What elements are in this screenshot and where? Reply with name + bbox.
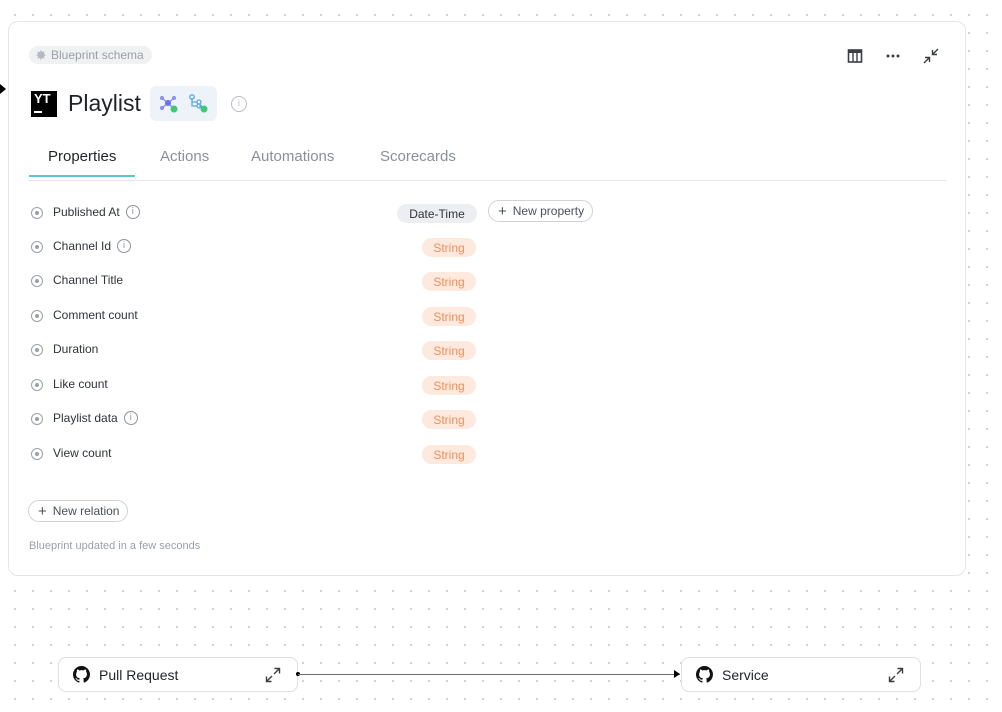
new-property-button[interactable]: + New property: [488, 200, 594, 222]
type-badge: String: [422, 410, 476, 429]
incoming-edge-arrow: [0, 84, 6, 94]
property-name: Channel Id: [53, 239, 112, 253]
property-row-playlist-data[interactable]: Playlist data i String: [31, 410, 611, 430]
property-name: Channel Title: [53, 273, 124, 287]
expand-icon[interactable]: [888, 667, 904, 683]
type-badge: String: [422, 341, 476, 360]
property-type-icon: [31, 379, 43, 391]
tab-scorecards[interactable]: Scorecards: [380, 148, 456, 176]
property-row-view-count[interactable]: View count String: [31, 445, 611, 465]
blueprint-schema-label: Blueprint schema: [51, 48, 144, 62]
node-service[interactable]: Service: [681, 657, 921, 692]
github-icon: [696, 666, 713, 683]
property-name: Published At: [53, 205, 120, 219]
property-name: Playlist data: [53, 411, 118, 425]
property-type-icon: [31, 241, 43, 253]
property-type-icon: [31, 448, 43, 460]
blueprint-card: Blueprint schema YT Playlist i Propertie…: [8, 21, 966, 576]
info-icon[interactable]: i: [230, 95, 247, 112]
property-type-icon: [31, 310, 43, 322]
info-icon[interactable]: i: [125, 205, 140, 219]
page-title: Playlist: [68, 90, 141, 116]
yt-logo-icon: YT: [31, 90, 57, 117]
blueprint-schema-chip: Blueprint schema: [29, 46, 152, 64]
node-label: Pull Request: [99, 666, 179, 683]
blueprint-updated-status: Blueprint updated in a few seconds: [29, 540, 201, 552]
tab-automations[interactable]: Automations: [251, 148, 334, 176]
blueprint-title-row: YT Playlist i: [31, 86, 247, 121]
card-actions: [843, 44, 943, 68]
property-type-icon: [31, 413, 43, 425]
plus-icon: +: [38, 502, 47, 520]
table-icon[interactable]: [843, 44, 867, 68]
logo-text: YT: [34, 90, 51, 106]
type-badge: String: [422, 445, 476, 464]
graph-nodes-icon[interactable]: [158, 93, 180, 115]
tab-bar: Properties Actions Automations Scorecard…: [28, 148, 947, 181]
property-name: Comment count: [53, 308, 138, 322]
more-icon[interactable]: [881, 44, 905, 68]
property-row-like-count[interactable]: Like count String: [31, 376, 611, 396]
info-icon[interactable]: i: [117, 239, 132, 253]
gear-icon: [35, 49, 47, 61]
blueprint-badges[interactable]: [149, 86, 217, 121]
property-row-channel-title[interactable]: Channel Title String: [31, 272, 611, 292]
type-badge: String: [422, 238, 476, 257]
property-row-comment-count[interactable]: Comment count String: [31, 307, 611, 327]
property-name: Like count: [53, 377, 108, 391]
property-type-icon: [31, 275, 43, 287]
tab-properties[interactable]: Properties: [28, 148, 136, 177]
property-type-icon: [31, 207, 43, 219]
type-badge: String: [422, 376, 476, 395]
type-badge: String: [422, 272, 476, 291]
property-name: Duration: [53, 342, 99, 356]
relation-edge: [298, 674, 680, 675]
type-badge: Date-Time: [397, 204, 477, 223]
new-property-label: New property: [512, 204, 585, 218]
new-relation-label: New relation: [52, 504, 120, 518]
node-pull-request[interactable]: Pull Request: [58, 657, 298, 692]
new-relation-button[interactable]: + New relation: [28, 500, 129, 522]
edge-arrow-head: [674, 670, 680, 678]
tab-actions[interactable]: Actions: [160, 148, 209, 176]
node-label: Service: [722, 666, 769, 683]
property-name: View count: [53, 446, 112, 460]
expand-icon[interactable]: [265, 667, 281, 683]
plus-icon: +: [498, 202, 507, 220]
collapse-icon[interactable]: [919, 44, 943, 68]
github-icon: [73, 666, 90, 683]
hierarchy-icon[interactable]: [187, 93, 209, 115]
property-type-icon: [31, 344, 43, 356]
property-row-channel-id[interactable]: Channel Id i String: [31, 238, 611, 258]
info-icon[interactable]: i: [123, 411, 138, 425]
type-badge: String: [422, 307, 476, 326]
property-row-duration[interactable]: Duration String: [31, 341, 611, 361]
